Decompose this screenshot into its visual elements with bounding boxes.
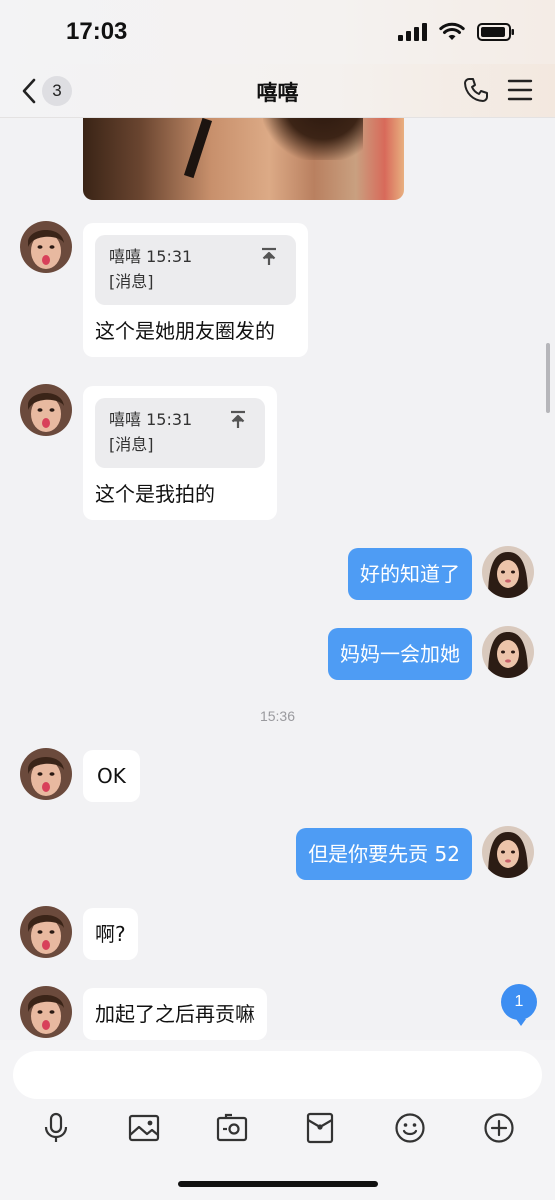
- voice-button[interactable]: [34, 1106, 78, 1150]
- more-button[interactable]: [477, 1106, 521, 1150]
- message-bubble-outgoing[interactable]: 妈妈一会加她: [328, 628, 472, 680]
- battery-icon: [477, 23, 514, 41]
- avatar[interactable]: [20, 384, 72, 436]
- avatar-self[interactable]: [482, 826, 534, 878]
- status-icons: [397, 20, 515, 44]
- microphone-icon: [44, 1112, 68, 1142]
- pin-top-icon: [262, 247, 276, 265]
- message-text: 加起了之后再贡嘛: [95, 1002, 255, 1026]
- message-text: 好的知道了: [360, 562, 460, 586]
- new-message-badge[interactable]: 1: [501, 984, 537, 1026]
- quote-body: [消息]: [109, 272, 154, 291]
- message-bubble-incoming[interactable]: 嘻嘻 15:31 [消息] 这个是我拍的: [83, 386, 277, 520]
- home-indicator[interactable]: [178, 1181, 378, 1187]
- quote-header: 嘻嘻 15:31: [109, 247, 193, 266]
- message-text: OK: [97, 764, 126, 788]
- emoji-button[interactable]: [388, 1106, 432, 1150]
- cellular-signal-icon: [398, 23, 427, 41]
- message-bubble-incoming[interactable]: 加起了之后再贡嘛: [83, 988, 267, 1040]
- chat-header: 3 嘻嘻: [0, 64, 555, 118]
- avatar[interactable]: [20, 221, 72, 273]
- avatar-self[interactable]: [482, 546, 534, 598]
- plus-icon: [484, 1113, 514, 1143]
- message-bubble-incoming[interactable]: 嘻嘻 15:31 [消息] 这个是她朋友圈发的: [83, 223, 308, 357]
- avatar[interactable]: [20, 906, 72, 958]
- status-bar: 17:03: [0, 0, 555, 64]
- photo-detail: [183, 118, 213, 179]
- photo-button[interactable]: [122, 1106, 166, 1150]
- message-bubble-incoming[interactable]: OK: [83, 750, 140, 802]
- message-input[interactable]: [13, 1051, 542, 1099]
- phone-icon: [464, 78, 488, 102]
- message-bubble-outgoing[interactable]: 好的知道了: [348, 548, 472, 600]
- emoji-icon: [395, 1113, 425, 1143]
- red-packet-button[interactable]: [298, 1106, 342, 1150]
- photo-icon: [128, 1114, 160, 1142]
- image-message[interactable]: [83, 118, 404, 200]
- call-button[interactable]: [463, 77, 489, 107]
- input-bar: [0, 1040, 555, 1200]
- avatar-self[interactable]: [482, 626, 534, 678]
- avatar[interactable]: [20, 986, 72, 1038]
- input-toolbar: [0, 1106, 555, 1150]
- red-packet-icon: [306, 1112, 334, 1144]
- chat-message-list[interactable]: 嘻嘻 15:31 [消息] 这个是她朋友圈发的 嘻嘻 15:31 [消息] 这个…: [0, 118, 555, 1040]
- photo-detail: [263, 118, 363, 160]
- camera-button[interactable]: [210, 1106, 254, 1150]
- pin-top-icon: [231, 410, 245, 428]
- message-text: 这个是我拍的: [95, 482, 215, 506]
- quoted-message[interactable]: 嘻嘻 15:31 [消息]: [95, 398, 265, 468]
- hamburger-menu-icon: [507, 79, 533, 101]
- message-bubble-incoming[interactable]: 啊?: [83, 908, 138, 960]
- message-text: 但是你要先贡 52: [308, 842, 460, 866]
- message-text: 这个是她朋友圈发的: [95, 319, 275, 343]
- avatar[interactable]: [20, 748, 72, 800]
- quote-body: [消息]: [109, 435, 154, 454]
- wifi-icon: [439, 22, 465, 40]
- scrollbar[interactable]: [546, 343, 550, 413]
- camera-icon: [216, 1113, 248, 1142]
- status-time: 17:03: [66, 18, 128, 45]
- quoted-message[interactable]: 嘻嘻 15:31 [消息]: [95, 235, 296, 305]
- menu-button[interactable]: [507, 78, 533, 106]
- time-divider: 15:36: [259, 708, 296, 724]
- message-text: 妈妈一会加她: [340, 642, 460, 666]
- message-text: 啊?: [95, 922, 126, 946]
- message-bubble-outgoing[interactable]: 但是你要先贡 52: [296, 828, 472, 880]
